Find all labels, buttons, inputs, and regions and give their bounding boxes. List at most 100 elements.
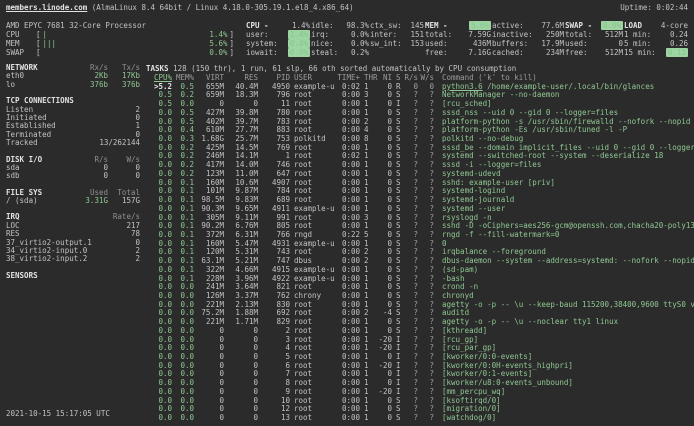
- stat-row: MEM -5.6%: [425, 21, 491, 30]
- cell-s: S: [392, 414, 404, 423]
- sidebar-section-sensors: SENSORS: [6, 272, 140, 280]
- process-row: 0.00.0005root0:0010I??[kworker/0:0-event…: [146, 353, 694, 362]
- sidebar-row: / (sda)3.31G157G: [6, 197, 140, 205]
- stat-label: 5 min:: [624, 39, 651, 48]
- cpu-model: AMD EPYC 7681 32-Core Processor: [6, 21, 246, 30]
- cell-cmd: sssd_be --domain implicit_files --uid 0 …: [434, 144, 694, 153]
- row-value: 1: [72, 122, 140, 130]
- process-row: 0.00.2425M14.5M769root0:0010S??sssd_be -…: [146, 144, 694, 153]
- gauge-bar: 0.0%: [41, 48, 230, 57]
- uptime: Uptime: 0:02:44: [620, 3, 688, 12]
- tasks-title: TASKS: [146, 64, 169, 73]
- cell-cmd: (sd-pam): [434, 266, 694, 275]
- uptime-label: Uptime:: [620, 3, 652, 12]
- process-row: 0.50.00011root0:0010I??[rcu_sched]: [146, 100, 694, 109]
- cell-cmd: platform-python -s /usr/sbin/firewalld -…: [434, 118, 694, 127]
- stats-group-mem-detail: active:77.6Minactive:250Mbuffers:17.9Mca…: [492, 21, 564, 57]
- process-row: 0.00.4610M27.7M883root0:0040S??platform-…: [146, 126, 694, 135]
- cell-cmd: 0: [434, 240, 694, 249]
- cell-cmd: sshd: example-user [priv]: [434, 179, 694, 188]
- stat-label: inter:: [370, 30, 397, 39]
- quicklook-gauge-mem: MEM[|||5.6%]: [6, 39, 246, 48]
- cell-cmd: [kworker/0:0-events]: [434, 353, 694, 362]
- sidebar-row: lo376b376b: [6, 81, 140, 89]
- stat-value: 4-core: [661, 21, 688, 30]
- cell-cmd: chronyd: [434, 292, 694, 301]
- process-table-body: >5.20.5655M40.4M4950example-u0:0210R00py…: [146, 83, 694, 423]
- cell-cmd: NetworkManager --no-daemon: [434, 91, 694, 100]
- stat-row: inactive:250M: [492, 30, 564, 39]
- stat-row: steal:0.2%: [311, 48, 369, 57]
- stat-label: 15 min:: [624, 48, 656, 57]
- section-header-row: DISK I/OR/sW/s: [6, 156, 140, 164]
- stat-row: active:77.6M: [492, 21, 564, 30]
- cell-cmd: [mm_percpu_wq]: [434, 388, 694, 397]
- process-row: 0.00.0221M1.71M829root0:0010S??agetty -o…: [146, 318, 694, 327]
- process-row: 0.00.2417M14.0M746root0:0010S??sssd -i -…: [146, 161, 694, 170]
- sidebar-row: sdb00: [6, 172, 140, 180]
- uptime-value: 0:02:44: [656, 3, 688, 12]
- cell-cmd: [kworker/u8:0-events_unbound]: [434, 379, 694, 388]
- stat-row: free:7.16G: [425, 48, 491, 57]
- quicklook-gauge-swap: SWAP[0.0%]: [6, 48, 246, 57]
- stat-row: 1 min:0.24: [624, 30, 688, 39]
- quicklook-gauge-cpu: CPU[|1.4%]: [6, 30, 246, 39]
- glances-terminal[interactable]: members.linode.com (AlmaLinux 8.4 64bit …: [0, 0, 694, 426]
- process-row: 0.00.5427M39.8M780root0:0010S??sssd_nss …: [146, 109, 694, 118]
- row-value: 2: [87, 247, 140, 255]
- gauge-bracket-close: ]: [229, 48, 234, 57]
- cell-ni: 0: [374, 414, 392, 423]
- stat-value: 1.4%: [292, 21, 310, 30]
- header-line: members.linode.com (AlmaLinux 8.4 64bit …: [0, 0, 694, 12]
- sidebar: NETWORKRx/sTx/seth02Kb17Kblo376b376bTCP …: [6, 64, 140, 288]
- row-label: 38_virtio2-input.2: [6, 255, 87, 263]
- row-value: 2: [72, 106, 140, 114]
- row-label: sdb: [6, 172, 72, 180]
- cell-cmd: systemd-journald: [434, 196, 694, 205]
- row-value: 2: [87, 255, 140, 263]
- stat-row: system:0.4%: [246, 39, 310, 48]
- stat-row: cached:234M: [492, 48, 564, 57]
- cell-time: 0:00: [334, 414, 360, 423]
- stats-groups: CPU -1.4%user:1.4%system:0.4%iowait:0.0%…: [246, 21, 688, 57]
- gauge-bar: |||5.6%: [41, 39, 230, 48]
- process-row: 0.00.2246M14.1M1root0:0210S??systemd --s…: [146, 152, 694, 161]
- stat-row: CPU -1.4%: [246, 21, 310, 30]
- gauge-label: CPU: [6, 30, 36, 39]
- cell-ws: ?: [418, 414, 434, 423]
- process-row: 0.00.1160M5.47M4931example-u0:0010S??0: [146, 240, 694, 249]
- stat-row: total:7.59G: [425, 30, 491, 39]
- stat-value: 436M: [473, 39, 491, 48]
- process-row: 0.00.1322M4.66M4915example-u0:0010S??(sd…: [146, 266, 694, 275]
- sidebar-row: LOC217: [6, 222, 140, 230]
- process-row: 0.00.0002root0:0010S??[kthreadd]: [146, 327, 694, 336]
- stat-value: 0.4%: [288, 39, 310, 48]
- stat-row: LOAD4-core: [624, 21, 688, 30]
- stat-row: irq:0.0%: [311, 30, 369, 39]
- gauge-bracket-close: ]: [229, 39, 234, 48]
- stat-label: free:: [565, 48, 588, 57]
- process-row: 0.00.5402M39.7M783root0:0020S??platform-…: [146, 118, 694, 127]
- stat-label: iowait:: [246, 48, 278, 57]
- process-row: 0.00.163.1M5.21M747dbus0:0020S??dbus-dae…: [146, 257, 694, 266]
- process-row: 0.00.00012root0:0010S??[migration/0]: [146, 405, 694, 414]
- cell-cmd: [watchdog/0]: [434, 414, 694, 423]
- row-label: / (sda): [6, 197, 72, 205]
- gauge-percent: 5.6%: [209, 39, 227, 48]
- stat-value: 512M: [605, 30, 623, 39]
- stat-label: nice:: [311, 39, 334, 48]
- process-row: 0.00.075.2M1.88M692root0:002-4S??auditd: [146, 309, 694, 318]
- gauge-label: SWAP: [6, 48, 36, 57]
- row-value: 13/262144: [72, 139, 140, 147]
- cell-cmd: sshd -D -oCiphers=aes256-gcm@openssh.com…: [434, 222, 694, 231]
- process-row: 0.00.190.2M6.76M805root0:0010S??sshd -D …: [146, 222, 694, 231]
- sidebar-section-irq: IRQRate/sLOC217RES7837_virtio2-output.10…: [6, 213, 140, 263]
- cell-cmd: irqbalance --foreground: [434, 248, 694, 257]
- stat-value: 151: [410, 30, 424, 39]
- hostname: members.linode.com: [6, 3, 87, 12]
- sidebar-row: Tracked13/262144: [6, 139, 140, 147]
- stat-label: free:: [425, 48, 448, 57]
- gauge-ticks: |: [43, 30, 48, 39]
- column-header-command[interactable]: Command ('k' to kill): [434, 74, 694, 83]
- row-value: 0: [92, 239, 140, 247]
